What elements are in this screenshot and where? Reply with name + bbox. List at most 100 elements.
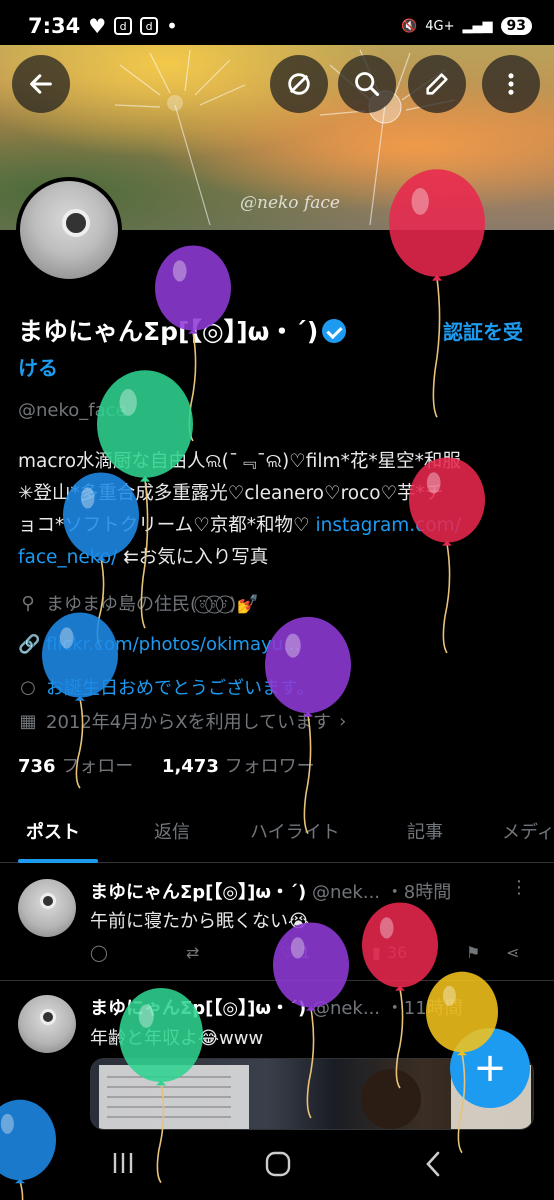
bookmark-icon: ⚑ <box>466 943 481 962</box>
back-button[interactable] <box>12 55 70 113</box>
tiktok-icon: d <box>114 17 133 35</box>
follow-stats: 736 フォロー 1,473 フォロワー <box>18 752 315 778</box>
location-pin-icon: ⚲ <box>21 592 35 614</box>
tab-articles[interactable]: 記事 <box>407 818 443 844</box>
share-icon: ⋖ <box>506 943 520 962</box>
get-verified-link[interactable]: 認証を受 <box>443 316 523 345</box>
profile-handle: @neko_face <box>18 400 127 421</box>
profile-avatar[interactable] <box>16 177 122 283</box>
eye-off-icon <box>288 73 310 95</box>
website-link[interactable]: flickr.com/photos/okimayu... <box>46 634 300 655</box>
reply-icon: ◯ <box>90 943 108 962</box>
more-vertical-icon <box>508 73 514 95</box>
post-author-handle: @nek... <box>311 882 381 903</box>
more-button[interactable] <box>482 55 540 113</box>
tab-replies[interactable]: 返信 <box>154 818 190 844</box>
post-header: まゆにゃんΣp[【◎】]ω・´) @nek... ・11時間 <box>90 994 463 1020</box>
post-header: まゆにゃんΣp[【◎】]ω・´) @nek... ・8時間 <box>90 878 451 904</box>
reply-button[interactable]: ◯ <box>90 943 108 962</box>
tab-highlights[interactable]: ハイライト <box>250 818 340 844</box>
search-icon <box>355 72 380 97</box>
location-row: ⚲ まゆまゆ島の住民(⍤⃝⍤⃝⍤⃝)💅 <box>18 590 259 616</box>
post-divider <box>0 980 554 981</box>
display-name-text: まゆにゃんΣp[【◎】]ω・´) <box>18 317 319 346</box>
post-avatar[interactable] <box>18 879 76 937</box>
hide-button[interactable] <box>270 55 328 113</box>
like-count: 1 <box>300 943 311 962</box>
get-verified-link-continued[interactable]: ける <box>18 352 58 381</box>
like-button[interactable]: ♡ 1 <box>280 943 311 962</box>
network-type: 4G+ <box>425 18 455 34</box>
repost-button[interactable]: ⇄ <box>186 943 199 962</box>
location-text: まゆまゆ島の住民(⍤⃝⍤⃝⍤⃝)💅 <box>46 594 259 615</box>
bio-line: ✳︎登山*多重合成多重露光♡cleanero♡roco♡芋*チ <box>18 483 444 504</box>
post-author-name[interactable]: まゆにゃんΣp[【◎】]ω・´) <box>90 882 306 903</box>
view-count: 36 <box>386 943 408 962</box>
post-avatar[interactable] <box>18 995 76 1053</box>
battery-level: 93 <box>500 17 532 35</box>
post-more-icon[interactable]: ⋮ <box>510 877 528 898</box>
birthday-row: ○ お誕生日おめでとうございます。 <box>18 674 314 700</box>
bio-line: ョコ*ソフトクリーム♡京都*和物♡ instagram.com/ <box>18 510 518 542</box>
camera-lens-icon <box>40 893 56 909</box>
post-time: ・11時間 <box>385 998 463 1019</box>
share-button[interactable]: ⋖ <box>506 943 519 962</box>
profile-bio: macro水滴厨な自由人ଲ(ˉ﹃ˉଲ)♡film*花*星空*和服 ✳︎登山*多重… <box>18 446 518 574</box>
camera-lens-icon <box>62 209 90 237</box>
instagram-link[interactable]: instagram.com/ <box>316 515 461 536</box>
back-nav-icon[interactable] <box>422 1150 444 1178</box>
chevron-right-icon: › <box>339 710 347 732</box>
views-icon: ▮ <box>372 943 381 962</box>
balloon-icon: ○ <box>20 676 36 698</box>
edit-button[interactable] <box>408 55 466 113</box>
recent-apps-icon[interactable] <box>110 1150 136 1176</box>
views-button[interactable]: ▮ 36 <box>372 943 407 962</box>
repost-icon: ⇄ <box>186 943 200 962</box>
link-icon: 🔗 <box>18 634 41 655</box>
following-link[interactable]: 736 フォロー <box>18 756 133 777</box>
search-button[interactable] <box>338 55 396 113</box>
post-time: ・8時間 <box>385 882 452 903</box>
following-label: フォロー <box>61 756 134 777</box>
joined-row[interactable]: ▦ 2012年4月からXを利用しています › <box>18 708 346 734</box>
birthday-text[interactable]: お誕生日おめでとうございます。 <box>46 674 314 700</box>
post-text: 年齢と年収よ😂www <box>90 1028 264 1049</box>
signal-icon: ▂▄▆ <box>462 18 493 34</box>
mute-icon: 🔇 <box>401 18 418 34</box>
tiktok-icon: d <box>140 17 159 35</box>
following-count: 736 <box>18 756 56 777</box>
pencil-icon <box>426 73 448 95</box>
system-navigation-bar <box>0 1130 554 1200</box>
post-actions: ◯ ⇄ ♡ 1 ▮ 36 ⚑ ⋖ <box>90 943 530 973</box>
tab-media[interactable]: メディ <box>502 818 554 844</box>
followers-link[interactable]: 1,473 フォロワー <box>162 756 315 777</box>
post-author-handle: @nek... <box>311 998 381 1019</box>
heart-icon: ♡ <box>280 943 295 962</box>
post-text: 午前に寝たから眠くない😭 <box>90 911 310 932</box>
home-icon[interactable] <box>264 1150 292 1178</box>
bio-line: macro水滴厨な自由人ଲ(ˉ﹃ˉଲ)♡film*花*星空*和服 <box>18 451 461 472</box>
dot-icon: • <box>166 14 178 38</box>
banner-watermark: @neko face <box>240 193 340 213</box>
arrow-left-icon <box>30 74 52 94</box>
website-row[interactable]: 🔗 flickr.com/photos/okimayu... <box>18 634 300 655</box>
heart-icon: ♥ <box>88 14 107 38</box>
bio-text: ⇇お気に入り写真 <box>117 547 269 568</box>
tab-posts[interactable]: ポスト <box>26 818 80 844</box>
verified-badge-icon <box>322 319 347 343</box>
camera-lens-icon <box>40 1009 56 1025</box>
profile-tabs: ポスト 返信 ハイライト 記事 メディ <box>0 808 554 863</box>
bio-text: ョコ*ソフトクリーム♡京都*和物♡ <box>18 515 316 536</box>
plus-icon: + <box>473 1045 507 1091</box>
bio-line: face_neko/ ⇇お気に入り写真 <box>18 542 518 574</box>
compose-post-button[interactable]: + <box>450 1028 530 1108</box>
post-author-name[interactable]: まゆにゃんΣp[【◎】]ω・´) <box>90 998 306 1019</box>
joined-text: 2012年4月からXを利用しています <box>46 712 332 733</box>
bookmark-button[interactable]: ⚑ <box>466 943 480 962</box>
followers-count: 1,473 <box>161 756 219 777</box>
followers-label: フォロワー <box>224 756 315 777</box>
active-tab-indicator <box>18 859 98 863</box>
display-name: まゆにゃんΣp[【◎】]ω・´) <box>18 312 347 348</box>
instagram-link-continued[interactable]: face_neko/ <box>18 547 117 568</box>
calendar-icon: ▦ <box>19 710 37 732</box>
